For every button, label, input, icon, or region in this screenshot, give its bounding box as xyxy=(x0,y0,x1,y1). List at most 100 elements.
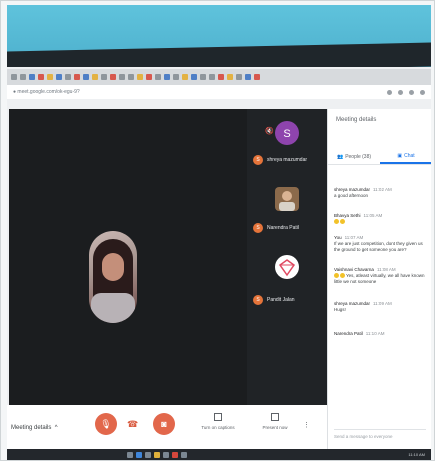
chat-author: shreya mazumdar xyxy=(334,301,371,306)
profile-icon[interactable] xyxy=(409,89,414,95)
participant-badge: S xyxy=(253,155,263,165)
chat-message: shreya mazumdar 11:02 AM a good afternoon xyxy=(334,187,428,199)
star-icon[interactable] xyxy=(387,89,392,95)
browser-tab-icon[interactable] xyxy=(254,74,260,80)
hang-up-button[interactable]: ☎ xyxy=(127,419,138,430)
address-bar[interactable]: ● meet.google.com/ok-egu-9? xyxy=(7,85,431,99)
menu-icon[interactable] xyxy=(420,89,425,95)
chat-author: Vaishnavi Chavarna xyxy=(334,267,374,272)
tab-chat[interactable]: ▣ Chat xyxy=(380,149,431,164)
camera-off-icon: ◙ xyxy=(161,419,167,429)
browser-tab-icon[interactable] xyxy=(200,74,206,80)
chat-message-header: shreya mazumdar 11:02 AM xyxy=(334,187,428,192)
chat-message-header: You 11:07 AM xyxy=(334,235,428,240)
present-button[interactable]: Present now xyxy=(255,413,295,430)
browser-tab-bar xyxy=(7,69,431,85)
participant-name: shreya mazumdar xyxy=(267,157,308,163)
browser-tab-icon[interactable] xyxy=(11,74,17,80)
mic-off-icon: 🔇 xyxy=(265,128,274,135)
browser-tab-icon[interactable] xyxy=(236,74,242,80)
participant-tile[interactable]: S Narendra Patil xyxy=(247,183,327,253)
photo-avatar-icon xyxy=(275,187,299,211)
browser-tab-icon[interactable] xyxy=(38,74,44,80)
participant-badge: S xyxy=(253,223,263,233)
participant-tiles: S 🔇 S shreya mazumdar S Narendra Patil S… xyxy=(247,109,327,405)
browser-tab-icon[interactable] xyxy=(29,74,35,80)
browser-tab-icon[interactable] xyxy=(227,74,233,80)
chat-message-header: shreya mazumdar 11:09 AM xyxy=(334,301,428,306)
browser-tab-icon[interactable] xyxy=(173,74,179,80)
browser-tab-icon[interactable] xyxy=(182,74,188,80)
svg-text:S: S xyxy=(283,128,290,140)
chat-author: You xyxy=(334,235,342,240)
os-taskbar: 11:10 AM xyxy=(7,449,431,460)
chat-author: shreya mazumdar xyxy=(334,187,371,192)
chat-time: 11:08 AM xyxy=(376,267,396,272)
browser-tab-icon[interactable] xyxy=(65,74,71,80)
chat-message: Bhavya Sethi 11:05 AM xyxy=(334,213,428,225)
chat-input[interactable]: Send a message to everyone xyxy=(334,429,426,441)
participant-badge: S xyxy=(253,295,263,305)
mic-toggle-button[interactable]: 🎙 xyxy=(95,413,117,435)
browser-tab-icon[interactable] xyxy=(218,74,224,80)
browser-tab-icon[interactable] xyxy=(47,74,53,80)
more-options-icon[interactable]: ⋮ xyxy=(303,421,310,429)
chat-text-content: If we are just competition, dont they gi… xyxy=(334,241,423,252)
emoji-icon xyxy=(340,273,345,279)
system-tray-clock[interactable]: 11:10 AM xyxy=(408,452,425,457)
browser-tab-icon[interactable] xyxy=(191,74,197,80)
browser-tab-icon[interactable] xyxy=(74,74,80,80)
chat-time: 11:09 AM xyxy=(373,301,392,306)
browser-tab-icon[interactable] xyxy=(92,74,98,80)
tab-people[interactable]: 👥 People (38) xyxy=(328,149,380,164)
photo-frame: ● meet.google.com/ok-egu-9? S 🔇 S shreya… xyxy=(0,0,435,461)
laptop-screen: ● meet.google.com/ok-egu-9? S 🔇 S shreya… xyxy=(7,67,431,460)
captions-label: Turn on captions xyxy=(201,425,235,430)
search-taskbar-icon[interactable] xyxy=(145,451,151,458)
chat-message: You 11:07 AM If we are just competition, d… xyxy=(334,235,428,253)
windows-start-icon[interactable] xyxy=(127,451,133,458)
browser-tab-icon[interactable] xyxy=(83,74,89,80)
chrome-taskbar-icon[interactable] xyxy=(172,451,178,458)
camera-toggle-button[interactable]: ◙ xyxy=(153,413,175,435)
chat-message-header: Bhavya Sethi 11:05 AM xyxy=(334,213,428,218)
meeting-details-button[interactable]: Meeting details ^ xyxy=(11,425,58,431)
folder-taskbar-icon[interactable] xyxy=(154,451,160,458)
browser-tab-icon[interactable] xyxy=(164,74,170,80)
captions-button[interactable]: Turn on captions xyxy=(193,413,243,430)
url-text[interactable]: meet.google.com/ok-egu-9? xyxy=(17,89,79,95)
browser-tab-icon[interactable] xyxy=(20,74,26,80)
app-taskbar-icon[interactable] xyxy=(163,451,169,458)
browser-tab-icon[interactable] xyxy=(110,74,116,80)
app-taskbar-icon[interactable] xyxy=(181,451,187,458)
browser-tab-icon[interactable] xyxy=(56,74,62,80)
emoji-icon xyxy=(334,273,339,279)
s-avatar-icon: S xyxy=(275,121,299,145)
browser-tab-icon[interactable] xyxy=(128,74,134,80)
browser-tab-icon[interactable] xyxy=(155,74,161,80)
browser-tab-icon[interactable] xyxy=(146,74,152,80)
meeting-sidebar: Meeting details 👥 People (38) ▣ Chat shr… xyxy=(327,109,431,460)
participant-tile[interactable]: S Pandit Jalan xyxy=(247,253,327,323)
participant-name: Pandit Jalan xyxy=(267,297,295,303)
diamond-avatar-icon xyxy=(275,255,299,279)
chat-text xyxy=(334,219,428,225)
browser-tab-icon[interactable] xyxy=(119,74,125,80)
browser-tab-icon[interactable] xyxy=(137,74,143,80)
chat-icon: ▣ xyxy=(397,152,403,159)
sidebar-title: Meeting details xyxy=(336,117,377,123)
meeting-details-label: Meeting details xyxy=(11,425,52,431)
emoji-icon xyxy=(334,219,339,225)
browser-tab-icon[interactable] xyxy=(209,74,215,80)
browser-extension-icons xyxy=(387,89,425,95)
chat-text-content: Yes, atleast virtually, we all have know… xyxy=(334,273,425,284)
participant-name: Narendra Patil xyxy=(267,225,299,231)
browser-taskbar-icon[interactable] xyxy=(136,451,142,458)
chat-text: a good afternoon xyxy=(334,193,428,199)
browser-tab-icon[interactable] xyxy=(245,74,251,80)
browser-tab-icon[interactable] xyxy=(101,74,107,80)
chat-message-header: Narendra Patil 11:10 AM xyxy=(334,331,428,336)
chat-author: Bhavya Sethi xyxy=(334,213,361,218)
extension-icon[interactable] xyxy=(398,89,403,95)
participant-tile[interactable]: S 🔇 S shreya mazumdar xyxy=(247,113,327,183)
